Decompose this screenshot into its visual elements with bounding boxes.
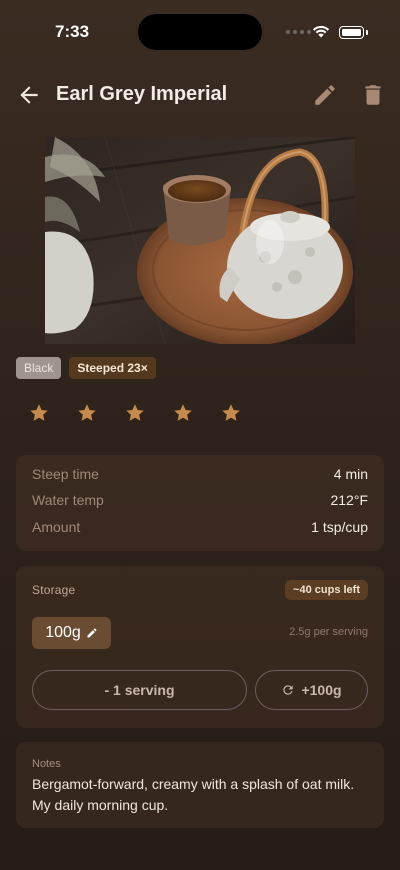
- star-icon[interactable]: [172, 402, 194, 424]
- star-icon[interactable]: [76, 402, 98, 424]
- minus-serving-button[interactable]: - 1 serving: [32, 670, 247, 710]
- tea-photo: [45, 137, 355, 344]
- star-icon[interactable]: [220, 402, 242, 424]
- tea-type-tag: Black: [16, 357, 62, 379]
- refill-label: +100g: [301, 682, 342, 698]
- storage-amount: 100g: [45, 624, 81, 641]
- pencil-icon: [87, 628, 97, 638]
- param-label: Steep time: [32, 466, 99, 482]
- tag-row: Black Steeped 23×: [16, 357, 156, 379]
- star-rating[interactable]: [28, 402, 242, 424]
- battery-tip: [366, 30, 368, 35]
- trash-icon[interactable]: [360, 82, 386, 108]
- storage-label: Storage: [32, 583, 76, 597]
- param-label: Water temp: [32, 492, 104, 508]
- notes-label: Notes: [32, 758, 61, 770]
- param-value: 4 min: [333, 466, 368, 482]
- app-bar: Earl Grey Imperial: [0, 74, 400, 116]
- page-title: Earl Grey Imperial: [56, 83, 228, 105]
- status-bar: 7:33: [0, 0, 400, 64]
- steeped-count-tag: Steeped 23×: [69, 357, 156, 379]
- refresh-icon: [283, 685, 294, 695]
- minus-serving-label: - 1 serving: [104, 682, 175, 698]
- param-label: Amount: [32, 519, 81, 535]
- wifi-icon: [312, 25, 330, 38]
- pencil-icon[interactable]: [312, 82, 338, 108]
- arrow-left-icon[interactable]: [16, 82, 42, 108]
- storage-amount-button[interactable]: 100g: [32, 617, 111, 649]
- refill-button[interactable]: +100g: [255, 670, 368, 710]
- param-row-water-temp: Water temp 212°F: [32, 492, 368, 512]
- signal-dots-icon: [286, 30, 311, 34]
- param-value: 1 tsp/cup: [311, 519, 368, 535]
- param-row-steep-time: Steep time 4 min: [32, 466, 368, 486]
- star-icon[interactable]: [124, 402, 146, 424]
- notes-text: Bergamot-forward, creamy with a splash o…: [32, 776, 355, 813]
- dynamic-island: [138, 14, 262, 50]
- tea-photo-illustration: [45, 137, 355, 344]
- per-serving-text: 2.5g per serving: [289, 626, 368, 638]
- param-row-amount: Amount 1 tsp/cup: [32, 519, 368, 539]
- storage-card: Storage ~40 cups left 100g 2.5g per serv…: [16, 566, 384, 728]
- status-time: 7:33: [55, 22, 90, 41]
- battery-icon: [339, 26, 364, 39]
- star-icon[interactable]: [28, 402, 50, 424]
- cups-left-badge: ~40 cups left: [285, 580, 368, 600]
- brew-params-card: Steep time 4 min Water temp 212°F Amount…: [16, 455, 384, 551]
- notes-card: Notes Bergamot-forward, creamy with a sp…: [16, 742, 384, 828]
- param-value: 212°F: [330, 492, 368, 508]
